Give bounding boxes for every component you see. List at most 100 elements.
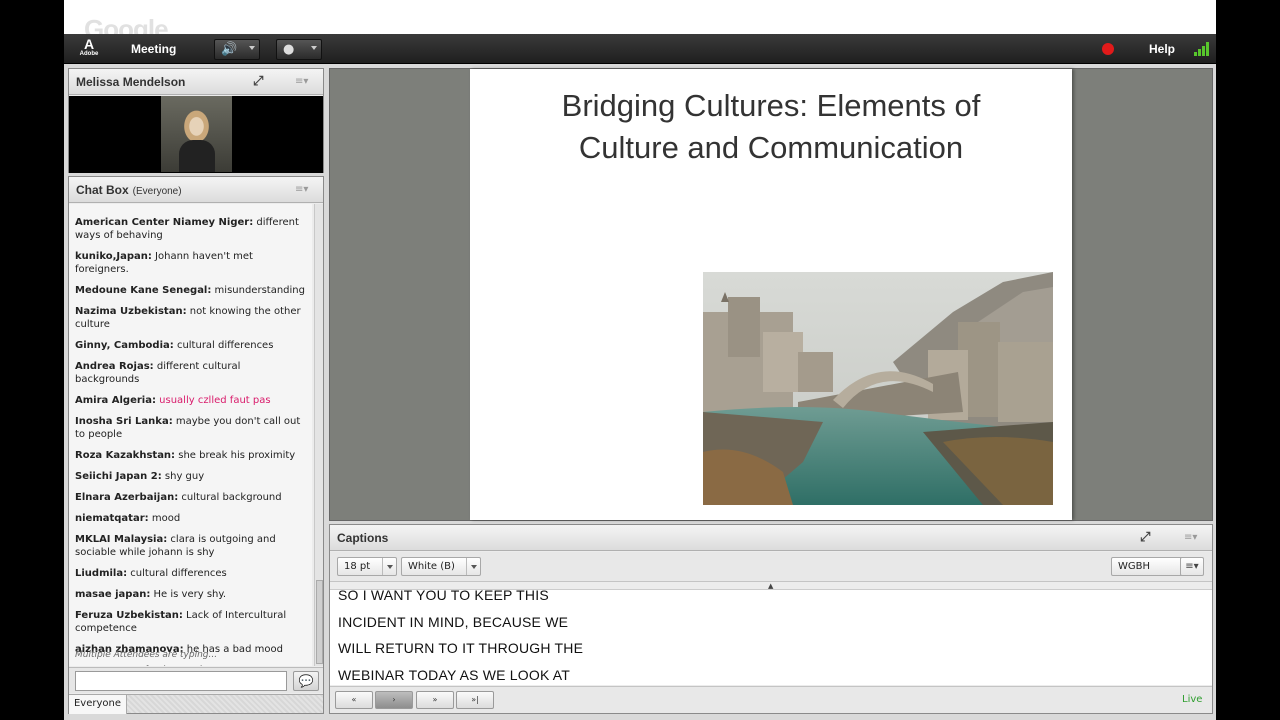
captions-toolbar: 18 pt White (B) WGBH ≡▾ xyxy=(330,552,1212,582)
chat-sender: masae japan: xyxy=(75,589,151,600)
chat-sender: Medoune Kane Senegal: xyxy=(75,285,212,296)
chat-message: Medoune Kane Senegal: misunderstanding xyxy=(75,284,306,297)
play-button[interactable]: › xyxy=(375,691,413,709)
presentation-slide: Bridging Cultures: Elements of Culture a… xyxy=(470,69,1072,520)
chat-text: insecurity xyxy=(160,665,212,666)
chat-sender: MKLAI Malaysia: xyxy=(75,534,168,545)
font-size-select[interactable]: 18 pt xyxy=(337,557,397,576)
caption-lines: SO I WANT YOU TO KEEP THIS INCIDENT IN MI… xyxy=(338,589,583,685)
chat-scrollbar[interactable] xyxy=(314,204,323,666)
chat-sender: kuniko,Japan: xyxy=(75,251,152,262)
camera-pod: Melissa Mendelson ⤢ ≡▾ xyxy=(68,68,324,173)
caption-transcript: SO I WANT YOU TO KEEP THIS INCIDENT IN MI… xyxy=(330,589,1212,685)
pod-menu-icon[interactable]: ≡▾ xyxy=(295,185,309,195)
chat-sender: Andrea Rojas: xyxy=(75,361,154,372)
font-color-select[interactable]: White (B) xyxy=(401,557,481,576)
chat-message: Andrea Rojas: different cultural backgro… xyxy=(75,360,306,386)
jump-to-end-button[interactable]: »| xyxy=(456,691,494,709)
caption-options-icon[interactable]: ≡▾ xyxy=(1180,557,1204,576)
presenter-name: Melissa Mendelson xyxy=(76,75,186,89)
chat-text: usually czlled faut pas xyxy=(155,395,271,406)
chat-message: masae japan: He is very shy. xyxy=(75,588,306,601)
chat-text: mood xyxy=(148,513,181,524)
pod-menu-icon[interactable]: ≡▾ xyxy=(295,77,309,87)
slide-title: Bridging Cultures: Elements of Culture a… xyxy=(470,85,1072,169)
chat-message-input[interactable] xyxy=(75,671,287,691)
chat-text: cultural differences xyxy=(173,340,274,351)
fullscreen-icon[interactable]: ⤢ xyxy=(253,75,267,89)
chat-message: American Center Niamey Niger: different … xyxy=(75,216,306,242)
captions-pod: Captions ⤢ ≡▾ 18 pt White (B) WGBH ≡▾ ▲ … xyxy=(329,524,1213,714)
chat-title-text: Chat Box xyxy=(76,183,129,197)
chat-pod: Chat Box (Everyone) ≡▾ American Center Ni… xyxy=(68,176,324,714)
captions-title: Captions xyxy=(337,531,389,545)
tab-everyone[interactable]: Everyone xyxy=(69,695,127,714)
chat-sender: Roza Kazakhstan: xyxy=(75,450,176,461)
chat-message: Roza Kazakhstan: she break his proximity xyxy=(75,449,306,462)
chat-text: cultural differences xyxy=(127,568,227,579)
chat-sender: Ginny, Cambodia: xyxy=(75,340,174,351)
chat-text: she break his proximity xyxy=(175,450,296,461)
chat-sender: Feruza Uzbekistan: xyxy=(75,610,183,621)
app-bar: A Adobe Meeting 🔊 ● Help xyxy=(64,34,1216,64)
captions-pod-header: Captions ⤢ ≡▾ xyxy=(330,525,1212,551)
presenter-video-feed xyxy=(161,96,232,172)
chat-sender: Nazima Uzbekistan: xyxy=(75,306,187,317)
chevron-down-icon[interactable] xyxy=(311,46,317,50)
audio-button[interactable]: 🔊 xyxy=(214,39,260,60)
slide-title-line-2: Culture and Communication xyxy=(578,130,964,165)
chat-audience: (Everyone) xyxy=(132,186,182,197)
chat-message: Inosha Sri Lanka: maybe you don't call o… xyxy=(75,415,306,441)
chat-message: kuniko,Japan: Johann haven't met foreign… xyxy=(75,250,306,276)
speech-bubble-icon[interactable]: 💬 xyxy=(293,671,319,691)
camera-button[interactable]: ● xyxy=(276,39,322,60)
meeting-menu[interactable]: Meeting xyxy=(131,42,176,56)
camera-pod-header: Melissa Mendelson ⤢ ≡▾ xyxy=(69,69,323,95)
chat-input-row: 💬 xyxy=(69,667,323,693)
chat-sender: Seiichi Japan 2: xyxy=(75,471,162,482)
connection-signal-icon xyxy=(1194,42,1212,56)
chevron-down-icon[interactable] xyxy=(466,558,480,575)
pod-menu-icon[interactable]: ≡▾ xyxy=(1184,533,1198,543)
adobe-logo: A Adobe xyxy=(78,37,100,61)
chat-message: TatyanaRussia: insecurity xyxy=(75,664,306,666)
camera-video xyxy=(69,96,323,173)
help-menu[interactable]: Help xyxy=(1149,42,1175,56)
rewind-button[interactable]: « xyxy=(335,691,373,709)
chat-title: Chat Box (Everyone) xyxy=(76,183,182,197)
chat-text: cultural background xyxy=(178,492,282,503)
forward-button[interactable]: » xyxy=(416,691,454,709)
adobe-logo-letter: A xyxy=(83,36,95,52)
chat-sender: niematqatar: xyxy=(75,513,149,524)
caption-line: SO I WANT YOU TO KEEP THIS xyxy=(338,589,549,603)
caption-provider-value: WGBH xyxy=(1118,561,1151,572)
chevron-down-icon[interactable] xyxy=(382,558,396,575)
chat-message: Nazima Uzbekistan: not knowing the other… xyxy=(75,305,306,331)
top-band: Google xyxy=(64,0,1216,44)
typing-status: Multiple Attendees are typing... xyxy=(75,650,218,660)
font-size-value: 18 pt xyxy=(344,561,371,572)
chat-sender: Amira Algeria: xyxy=(75,395,156,406)
font-color-value: White (B) xyxy=(408,561,455,572)
chat-text: misunderstanding xyxy=(211,285,305,296)
chat-message: Liudmila: cultural differences xyxy=(75,567,306,580)
chat-sender: Inosha Sri Lanka: xyxy=(75,416,173,427)
chat-scrollbar-thumb[interactable] xyxy=(316,580,323,664)
fullscreen-icon[interactable]: ⤢ xyxy=(1140,531,1154,545)
caption-playback-controls: « › » »| Live xyxy=(330,686,1212,713)
chat-text: He is very shy. xyxy=(150,589,227,600)
chat-message: MKLAI Malaysia: clara is outgoing and so… xyxy=(75,533,306,559)
bridge-photo xyxy=(703,272,1053,505)
chat-message: Seiichi Japan 2: shy guy xyxy=(75,470,306,483)
chat-message: Ginny, Cambodia: cultural differences xyxy=(75,339,306,352)
chat-sender: American Center Niamey Niger: xyxy=(75,217,254,228)
chevron-down-icon[interactable] xyxy=(249,46,255,50)
chat-message: Elnara Azerbaijan: cultural background xyxy=(75,491,306,504)
chat-message-list: American Center Niamey Niger: different … xyxy=(69,204,312,666)
camera-icon: ● xyxy=(283,42,295,57)
chat-sender: Liudmila: xyxy=(75,568,128,579)
slide-title-line-1: Bridging Cultures: Elements of xyxy=(561,88,981,123)
record-indicator-icon[interactable] xyxy=(1102,43,1114,55)
live-status: Live xyxy=(1182,694,1203,705)
chat-message: niematqatar: mood xyxy=(75,512,306,525)
